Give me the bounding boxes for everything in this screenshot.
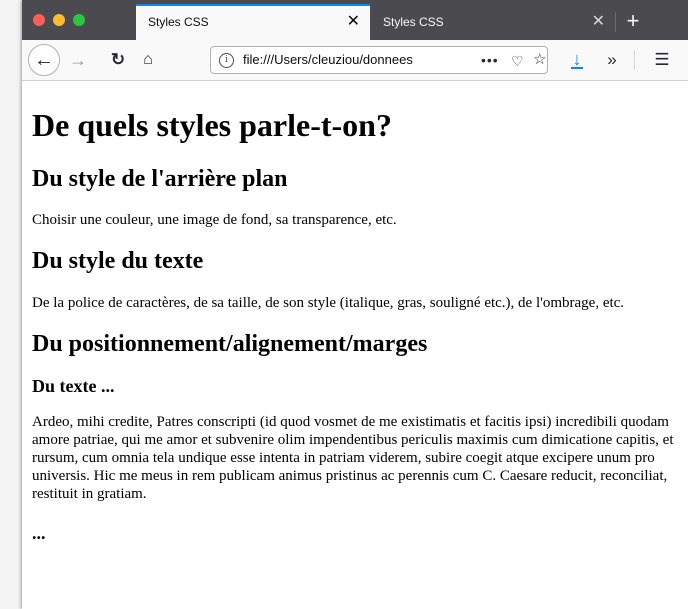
section-text-background: Choisir une couleur, une image de fond, …	[32, 212, 397, 228]
tab-active[interactable]: Styles CSS ✕	[136, 4, 370, 40]
tab-label: Styles CSS	[148, 15, 209, 29]
navigation-toolbar: ← → ↻ ⌂ i file:///Users/cleuziou/donnees…	[22, 40, 688, 81]
overflow-icon[interactable]: »	[600, 48, 624, 72]
section-heading-positioning: Du positionnement/alignement/marges	[32, 331, 428, 357]
tab-divider	[615, 12, 616, 32]
tab-strip: Styles CSS ✕ Styles CSS ✕ +	[22, 0, 688, 40]
home-icon[interactable]: ⌂	[136, 48, 160, 72]
section-text-text-style: De la police de caractères, de sa taille…	[32, 295, 625, 311]
url-bar[interactable]: i file:///Users/cleuziou/donnees ••• ♡ ☆	[210, 46, 548, 74]
close-icon[interactable]: ✕	[347, 6, 360, 38]
tab-label: Styles CSS	[383, 15, 444, 29]
download-icon[interactable]: ↓	[566, 48, 588, 72]
tab-inactive[interactable]: Styles CSS ✕	[371, 4, 615, 40]
menu-icon[interactable]: ☰	[650, 48, 674, 72]
toolbar-divider	[634, 50, 635, 70]
forward-icon[interactable]: →	[66, 48, 90, 72]
pocket-icon[interactable]: ♡	[511, 48, 524, 74]
page-content: De quels styles parle-t-on? Du style de …	[22, 81, 688, 609]
close-icon[interactable]: ✕	[592, 4, 605, 40]
subsection-heading-ellipsis: ...	[32, 523, 46, 543]
close-window-button[interactable]	[33, 14, 45, 26]
subsection-heading-text: Du texte ...	[32, 376, 115, 396]
minimize-window-button[interactable]	[53, 14, 65, 26]
back-icon[interactable]: ←	[28, 44, 60, 76]
zoom-window-button[interactable]	[73, 14, 85, 26]
url-text[interactable]: file:///Users/cleuziou/donnees	[243, 47, 443, 73]
reload-icon[interactable]: ↻	[106, 48, 130, 72]
page-title: De quels styles parle-t-on?	[32, 107, 392, 143]
section-heading-text-style: Du style du texte	[32, 248, 204, 274]
info-icon[interactable]: i	[219, 53, 234, 68]
browser-window: Styles CSS ✕ Styles CSS ✕ + ← → ↻ ⌂ i fi…	[22, 0, 688, 609]
page-actions-icon[interactable]: •••	[481, 47, 499, 73]
new-tab-button[interactable]: +	[618, 4, 648, 40]
bookmark-star-icon[interactable]: ☆	[533, 47, 546, 73]
section-heading-background: Du style de l'arrière plan	[32, 166, 288, 192]
subsection-paragraph: Ardeo, mihi credite, Patres conscripti (…	[32, 414, 674, 502]
